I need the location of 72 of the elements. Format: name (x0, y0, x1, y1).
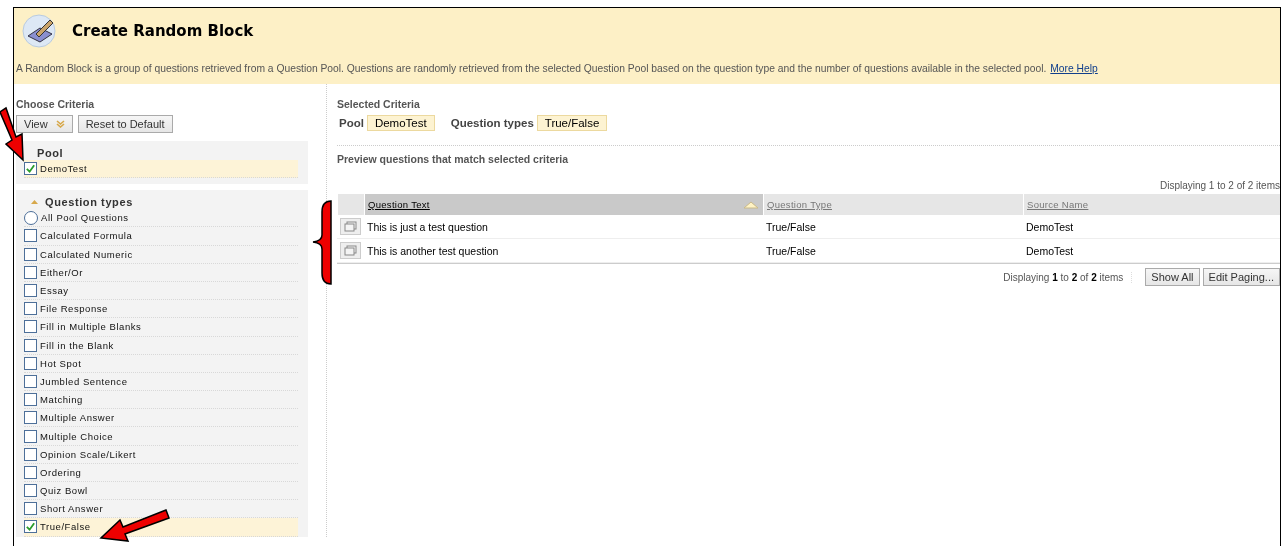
option-label: Essay (40, 285, 69, 297)
check-icon (25, 163, 36, 175)
option-label: Quiz Bowl (40, 485, 88, 497)
table-cell-text: This is just a test question (366, 219, 489, 235)
filter-label: Question types (450, 117, 534, 129)
group-title: Question types (45, 195, 133, 208)
option-label: True/False (40, 521, 91, 533)
page-title: Create Random Block (72, 22, 254, 40)
table-cell-text: True/False (765, 243, 817, 259)
view-menu-button[interactable]: View (16, 115, 73, 133)
section-title: Selected Criteria (337, 98, 421, 112)
checkbox[interactable] (24, 484, 37, 498)
option-label: Calculated Numeric (40, 248, 133, 260)
section-title: Preview questions that match selected criteria (337, 145, 1280, 167)
option-label: DemoTest (40, 163, 88, 175)
radio-button[interactable] (24, 210, 38, 225)
checkbox[interactable] (24, 338, 37, 352)
checkbox[interactable] (24, 429, 37, 443)
checkbox[interactable] (24, 284, 37, 298)
caret-icon (55, 120, 65, 128)
option-label: Opinion Scale/Likert (40, 448, 137, 460)
column-header[interactable]: Question Type (763, 194, 1023, 215)
sort-ascending-icon (743, 200, 759, 209)
option-label: Fill in Multiple Blanks (40, 321, 142, 333)
more-help-link[interactable]: More Help (1050, 63, 1098, 74)
checkbox[interactable] (24, 356, 37, 370)
windows-icon (344, 221, 357, 232)
table-cell-text: DemoTest (1025, 219, 1075, 235)
group-title: Pool (37, 146, 64, 159)
filter-label: Pool (339, 117, 364, 129)
option-label: Fill in the Blank (40, 339, 114, 351)
option-label: Hot Spot (40, 357, 82, 369)
option-label: All Pool Questions (41, 212, 129, 224)
option-label: Multiple Choice (40, 430, 114, 442)
option-label: Matching (40, 394, 83, 406)
filter-value: DemoTest (366, 115, 435, 131)
checkbox[interactable] (24, 520, 37, 534)
check-icon (25, 521, 36, 533)
item-count: Displaying 1 to 2 of 2 items (1003, 271, 1133, 283)
description-text: A Random Block is a group of questions retrieved from a Question Pool. Questions are randomly retrieved from the selected Question Pool based on the question type and the number of questions available in the selected pool. (16, 63, 1047, 74)
paging-button[interactable]: Show All (1145, 268, 1200, 286)
item-count: Displaying 1 to 2 of 2 items (1158, 180, 1280, 193)
checkbox[interactable] (24, 247, 37, 261)
paging-button[interactable]: Edit Paging... (1202, 268, 1280, 286)
option-label: File Response (40, 303, 108, 315)
windows-icon (344, 245, 357, 256)
checkbox[interactable] (24, 265, 37, 279)
option-label: Calculated Formula (40, 230, 133, 242)
table-cell-text: This is another test question (366, 243, 500, 259)
checkbox[interactable] (24, 320, 37, 334)
option-label: Jumbled Sentence (40, 375, 128, 387)
checkbox[interactable] (24, 502, 37, 516)
option-label: Short Answer (40, 503, 104, 515)
checkbox[interactable] (24, 229, 37, 243)
table-cell-text: True/False (765, 219, 817, 235)
section-title: Choose Criteria (16, 98, 96, 112)
reset-button[interactable]: Reset to Default (77, 115, 173, 133)
checkbox[interactable] (24, 465, 37, 479)
header-cell (337, 194, 364, 215)
pencil-paper-icon (22, 14, 58, 48)
checkbox[interactable] (24, 411, 37, 425)
checkbox[interactable] (24, 162, 37, 176)
filter-value: True/False (536, 115, 608, 131)
option-label: Multiple Answer (40, 412, 115, 424)
checkbox[interactable] (24, 374, 37, 388)
checkbox[interactable] (24, 393, 37, 407)
option-label: Either/Or (40, 266, 83, 278)
column-header[interactable]: Source Name (1023, 194, 1280, 215)
checkbox[interactable] (24, 302, 37, 316)
option-label: Ordering (40, 466, 82, 478)
checkbox[interactable] (24, 447, 37, 461)
table-cell-text: DemoTest (1025, 243, 1075, 259)
